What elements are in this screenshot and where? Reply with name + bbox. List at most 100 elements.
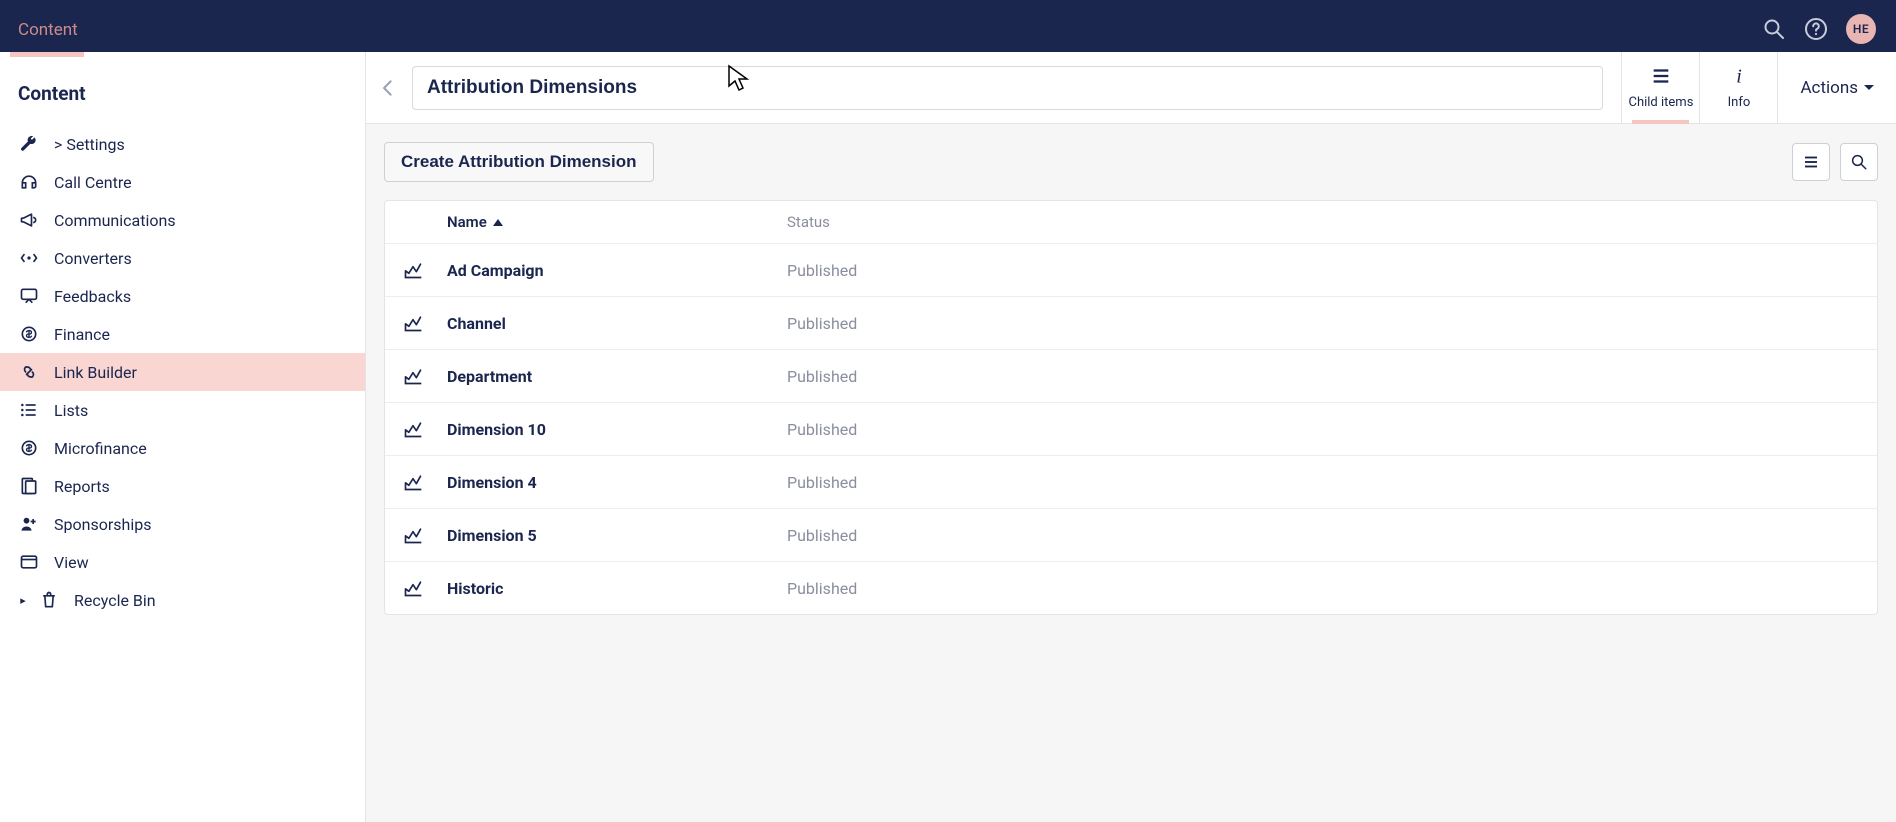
row-status: Published	[787, 473, 1859, 492]
back-button[interactable]	[366, 52, 412, 123]
sidebar-item-label: Lists	[54, 401, 347, 420]
sidebar-item-settings[interactable]: > Settings	[0, 125, 365, 163]
table-row[interactable]: Dimension 4Published	[385, 455, 1877, 508]
table-header: Name Status	[385, 201, 1877, 243]
toolbar-right	[1792, 143, 1878, 181]
sidebar-item-label: Finance	[54, 325, 347, 344]
title-field-wrap	[412, 52, 1621, 123]
reports-icon	[18, 476, 40, 496]
sidebar-item-reports[interactable]: Reports	[0, 467, 365, 505]
sidebar-item-label: Sponsorships	[54, 515, 347, 534]
sidebar-item-link-builder[interactable]: Link Builder	[0, 353, 365, 391]
table-row[interactable]: Ad CampaignPublished	[385, 243, 1877, 296]
row-status: Published	[787, 261, 1859, 280]
sidebar-item-label: Communications	[54, 211, 347, 230]
sidebar-item-label: > Settings	[54, 135, 347, 154]
headset-icon	[18, 172, 40, 192]
tab-child-items-label: Child items	[1628, 95, 1693, 110]
sidebar-item-label: Microfinance	[54, 439, 347, 458]
chart-icon	[403, 578, 447, 598]
wrench-icon	[18, 134, 40, 154]
main: Child items Info Actions Create Attribut…	[366, 52, 1896, 822]
row-name: Department	[447, 367, 787, 386]
row-name: Dimension 4	[447, 473, 787, 492]
sidebar-item-lists[interactable]: Lists	[0, 391, 365, 429]
sidebar-item-label: View	[54, 553, 347, 572]
row-status: Published	[787, 367, 1859, 386]
search-icon[interactable]	[1762, 17, 1786, 41]
sidebar-item-recycle-bin[interactable]: ▸ Recycle Bin	[0, 581, 365, 619]
view-tabs: Child items Info	[1621, 52, 1777, 123]
topbar-actions: HE	[1762, 14, 1882, 52]
converter-icon	[18, 248, 40, 268]
view-icon	[18, 552, 40, 572]
row-name: Dimension 5	[447, 526, 787, 545]
actions-label: Actions	[1800, 78, 1858, 98]
column-header-name[interactable]: Name	[447, 213, 787, 231]
chart-icon	[403, 260, 447, 280]
table-row[interactable]: Dimension 5Published	[385, 508, 1877, 561]
expand-caret-icon: ▸	[18, 594, 28, 607]
chart-icon	[403, 472, 447, 492]
chevron-down-icon	[1864, 85, 1874, 90]
row-name: Historic	[447, 579, 787, 598]
create-attribution-dimension-button[interactable]: Create Attribution Dimension	[384, 142, 654, 182]
finance-icon	[18, 324, 40, 344]
topbar-tab-content[interactable]: Content	[6, 8, 94, 52]
data-table: Name Status Ad CampaignPublishedChannelP…	[384, 200, 1878, 615]
chart-icon	[403, 419, 447, 439]
row-status: Published	[787, 526, 1859, 545]
row-status: Published	[787, 420, 1859, 439]
sidebar-item-view[interactable]: View	[0, 543, 365, 581]
megaphone-icon	[18, 210, 40, 230]
sidebar: Content > Settings Call Centre Communicati…	[0, 52, 366, 822]
tab-info-label: Info	[1728, 95, 1751, 110]
list-icon	[18, 400, 40, 420]
list-layout-button[interactable]	[1792, 143, 1830, 181]
column-header-name-label: Name	[447, 213, 487, 231]
feedback-icon	[18, 286, 40, 306]
sidebar-title: Content	[0, 52, 365, 125]
sidebar-item-label: Call Centre	[54, 173, 347, 192]
tab-child-items[interactable]: Child items	[1621, 52, 1699, 123]
search-button[interactable]	[1840, 143, 1878, 181]
info-icon	[1728, 65, 1750, 91]
list-icon	[1650, 65, 1672, 91]
table-row[interactable]: HistoricPublished	[385, 561, 1877, 614]
sidebar-item-microfinance[interactable]: Microfinance	[0, 429, 365, 467]
link-icon	[18, 362, 40, 382]
table-row[interactable]: ChannelPublished	[385, 296, 1877, 349]
toolbar: Create Attribution Dimension	[366, 124, 1896, 200]
sidebar-item-sponsorships[interactable]: Sponsorships	[0, 505, 365, 543]
finance-icon	[18, 438, 40, 458]
sidebar-item-converters[interactable]: Converters	[0, 239, 365, 277]
sidebar-item-label: Converters	[54, 249, 347, 268]
sort-asc-icon	[493, 219, 503, 226]
table-row[interactable]: Dimension 10Published	[385, 402, 1877, 455]
sidebar-item-communications[interactable]: Communications	[0, 201, 365, 239]
sidebar-item-label: Link Builder	[54, 363, 347, 382]
title-input[interactable]	[412, 66, 1603, 110]
main-header: Child items Info Actions	[366, 52, 1896, 124]
sidebar-item-label: Reports	[54, 477, 347, 496]
sidebar-item-feedbacks[interactable]: Feedbacks	[0, 277, 365, 315]
avatar[interactable]: HE	[1846, 14, 1876, 44]
chart-icon	[403, 313, 447, 333]
tab-info[interactable]: Info	[1699, 52, 1777, 123]
sidebar-item-call-centre[interactable]: Call Centre	[0, 163, 365, 201]
sidebar-item-label: Recycle Bin	[74, 591, 347, 610]
sidebar-item-finance[interactable]: Finance	[0, 315, 365, 353]
row-name: Ad Campaign	[447, 261, 787, 280]
row-status: Published	[787, 579, 1859, 598]
row-name: Dimension 10	[447, 420, 787, 439]
chart-icon	[403, 525, 447, 545]
column-header-status[interactable]: Status	[787, 213, 1859, 231]
row-name: Channel	[447, 314, 787, 333]
help-icon[interactable]	[1804, 17, 1828, 41]
actions-dropdown[interactable]: Actions	[1777, 52, 1896, 123]
table-row[interactable]: DepartmentPublished	[385, 349, 1877, 402]
sidebar-item-label: Feedbacks	[54, 287, 347, 306]
topbar: Content HE	[0, 0, 1896, 52]
sponsor-icon	[18, 514, 40, 534]
sidebar-list: > Settings Call Centre Communications Conve…	[0, 125, 365, 619]
